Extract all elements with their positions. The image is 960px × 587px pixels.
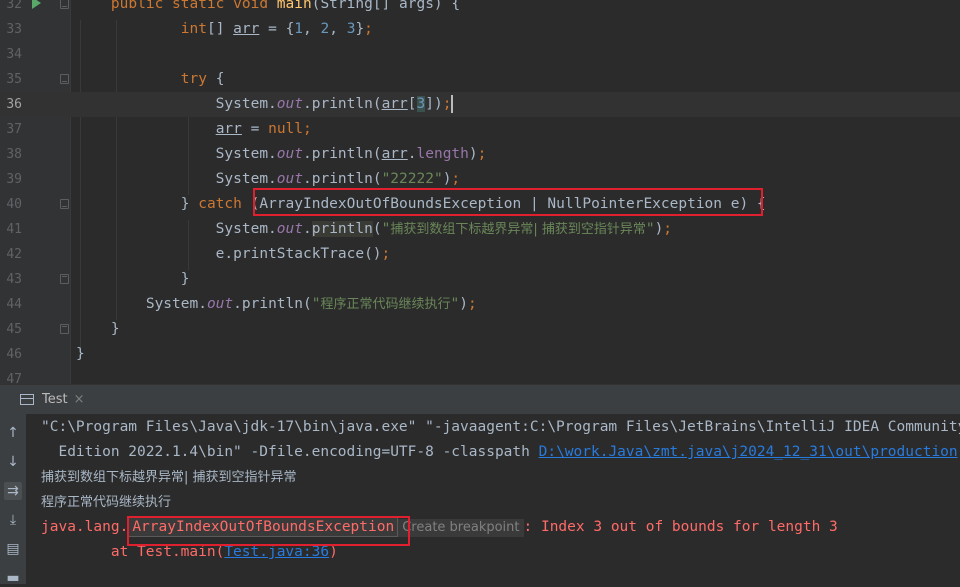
source-link[interactable]: Test.java:36 <box>224 544 329 560</box>
arrow-up-icon[interactable]: ↑ <box>4 424 22 442</box>
line-number[interactable]: 40 <box>0 192 22 217</box>
arrow-down-icon[interactable]: ↓ <box>4 453 22 471</box>
line-number[interactable]: 42 <box>0 242 22 267</box>
code-line[interactable]: 44 System.out.println("程序正常代码继续执行"); <box>0 292 960 317</box>
line-number[interactable]: 36 <box>0 92 22 117</box>
code-line[interactable]: 45 } <box>0 317 960 342</box>
code-text[interactable]: System.out.println("程序正常代码继续执行"); <box>76 292 477 317</box>
line-number[interactable]: 39 <box>0 167 22 192</box>
trace-suffix: ) <box>329 544 338 560</box>
code-line[interactable]: 38 System.out.println(arr.length); <box>0 142 960 167</box>
line-number[interactable]: 38 <box>0 142 22 167</box>
annotation-box-multicatch <box>253 188 763 216</box>
tab-test[interactable]: Test × <box>10 385 85 414</box>
line-number[interactable]: 37 <box>0 117 22 142</box>
code-text[interactable]: System.out.println(arr[3]); <box>76 92 454 117</box>
fold-icon[interactable] <box>60 324 69 334</box>
code-text[interactable]: try { <box>76 67 225 92</box>
line-number[interactable]: 44 <box>0 292 22 317</box>
code-line[interactable]: 43 } <box>0 267 960 292</box>
fold-icon[interactable] <box>60 199 69 209</box>
console-command-line-2: Edition 2022.1.4\bin" -Dfile.encoding=UT… <box>41 440 958 465</box>
code-editor[interactable]: 32 public static void main(String[] args… <box>0 0 960 384</box>
error-prefix: java.lang. <box>41 519 129 535</box>
soft-wrap-icon[interactable]: ⇉ <box>4 482 22 500</box>
code-text[interactable]: } <box>76 317 120 342</box>
print-icon[interactable]: ▤ <box>4 540 22 558</box>
tab-label: Test <box>42 392 68 407</box>
code-line[interactable]: 37 arr = null; <box>0 117 960 142</box>
line-number[interactable]: 47 <box>0 367 22 384</box>
console-command-line-1: "C:\Program Files\Java\jdk-17\bin\java.e… <box>41 419 960 435</box>
code-text[interactable]: int[] arr = {1, 2, 3}; <box>76 17 373 42</box>
code-text[interactable]: } <box>76 342 85 367</box>
annotation-box-exception <box>127 516 410 546</box>
run-toolbar: ↑ ↓ ⇉ ⤓ ▤ ▬ <box>0 414 26 587</box>
code-text[interactable]: } <box>76 267 190 292</box>
console-command-text: Edition 2022.1.4\bin" -Dfile.encoding=UT… <box>41 444 539 460</box>
line-number[interactable]: 43 <box>0 267 22 292</box>
run-icon[interactable] <box>32 0 41 9</box>
code-text[interactable]: public static void main(String[] args) { <box>76 0 460 17</box>
line-number[interactable]: 45 <box>0 317 22 342</box>
fold-icon[interactable] <box>60 0 69 9</box>
line-number[interactable]: 35 <box>0 67 22 92</box>
fold-icon[interactable] <box>60 274 69 284</box>
code-line[interactable]: 47 <box>0 367 960 384</box>
code-line[interactable]: 34 <box>0 42 960 67</box>
line-number[interactable]: 33 <box>0 17 22 42</box>
classpath-link[interactable]: D:\work.Java\zmt.java\j2024_12_31\out\pr… <box>539 444 958 460</box>
trace-prefix: at Test.main( <box>41 544 225 560</box>
line-number[interactable]: 34 <box>0 42 22 67</box>
code-line[interactable]: 46} <box>0 342 960 367</box>
code-line[interactable]: 32 public static void main(String[] args… <box>0 0 960 17</box>
console-output[interactable]: "C:\Program Files\Java\jdk-17\bin\java.e… <box>26 414 960 584</box>
console-output-line-1: 捕获到数组下标越界异常| 捕获到空指针异常 <box>41 470 297 485</box>
code-text[interactable]: System.out.println(arr.length); <box>76 142 487 167</box>
scroll-to-end-icon[interactable]: ⤓ <box>4 511 22 529</box>
trash-icon[interactable]: ▬ <box>4 569 22 587</box>
line-number[interactable]: 41 <box>0 217 22 242</box>
error-message: : Index 3 out of bounds for length 3 <box>523 519 838 535</box>
code-text[interactable]: arr = null; <box>76 117 312 142</box>
create-breakpoint-button[interactable]: Create breakpoint <box>398 519 524 537</box>
fold-icon[interactable] <box>60 74 69 84</box>
console-output-line-2: 程序正常代码继续执行 <box>41 495 172 510</box>
code-line[interactable]: 36 System.out.println(arr[3]); <box>0 92 960 117</box>
code-line[interactable]: 42 e.printStackTrace(); <box>0 242 960 267</box>
line-number[interactable]: 46 <box>0 342 22 367</box>
close-icon[interactable]: × <box>74 392 85 407</box>
run-tool-window-header: Test × <box>0 384 960 414</box>
code-line[interactable]: 41 System.out.println("捕获到数组下标越界异常| 捕获到空… <box>0 217 960 242</box>
code-text[interactable]: e.printStackTrace(); <box>76 242 391 267</box>
code-text[interactable]: System.out.println("捕获到数组下标越界异常| 捕获到空指针异… <box>76 217 672 242</box>
code-line[interactable]: 35 try { <box>0 67 960 92</box>
code-line[interactable]: 33 int[] arr = {1, 2, 3}; <box>0 17 960 42</box>
console-icon <box>20 394 34 405</box>
line-number[interactable]: 32 <box>0 0 22 17</box>
